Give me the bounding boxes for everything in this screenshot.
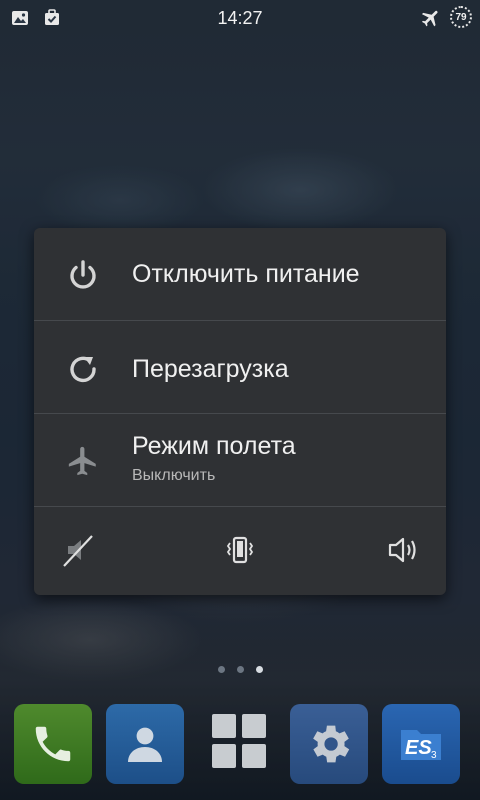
status-indicators: 79	[420, 6, 472, 28]
settings-gear-icon	[313, 725, 350, 763]
es-file-explorer-icon: ES 3	[401, 730, 441, 761]
sound-mode-bar	[34, 508, 446, 595]
battery-level: 79	[455, 11, 467, 23]
page-indicator	[0, 666, 480, 673]
airplane-mode-item[interactable]: Режим полета Выключить	[34, 414, 446, 507]
power-menu-dialog: Отключить питание Перезагрузка Режим пол…	[34, 228, 446, 595]
airplane-mode-label: Режим полета	[132, 432, 296, 460]
dock: ES 3	[0, 704, 480, 800]
reboot-item[interactable]: Перезагрузка	[34, 321, 446, 414]
contacts-app[interactable]	[106, 704, 184, 784]
svg-text:ES: ES	[405, 737, 432, 759]
reboot-icon	[66, 352, 100, 386]
phone-icon	[35, 726, 71, 762]
power-off-item[interactable]: Отключить питание	[34, 228, 446, 321]
airplane-mode-status: Выключить	[132, 467, 216, 484]
settings-app[interactable]	[290, 704, 368, 784]
airplane-mode-icon	[420, 7, 440, 27]
es-file-explorer-app[interactable]: ES 3	[382, 704, 460, 784]
volume-icon	[388, 537, 416, 563]
status-bar[interactable]: 14:27 79	[0, 0, 480, 36]
status-time: 14:27	[217, 8, 263, 28]
vibrate-button[interactable]	[220, 530, 260, 570]
app-drawer-icon[interactable]	[212, 714, 266, 768]
reboot-label: Перезагрузка	[132, 355, 289, 383]
page-dot-active	[255, 666, 263, 673]
phone-app[interactable]	[14, 704, 92, 784]
page-dot	[217, 666, 225, 673]
page-dot	[236, 666, 244, 673]
sound-off-icon	[63, 535, 93, 567]
contacts-icon	[128, 727, 162, 762]
power-off-label: Отключить питание	[132, 260, 360, 288]
airplane-icon	[66, 444, 100, 478]
vibrate-icon	[226, 536, 254, 564]
sound-on-button[interactable]	[382, 530, 422, 570]
battery-icon: 79	[450, 6, 472, 28]
sound-off-button[interactable]	[58, 530, 98, 570]
power-icon	[66, 258, 100, 292]
svg-text:3: 3	[431, 750, 437, 761]
